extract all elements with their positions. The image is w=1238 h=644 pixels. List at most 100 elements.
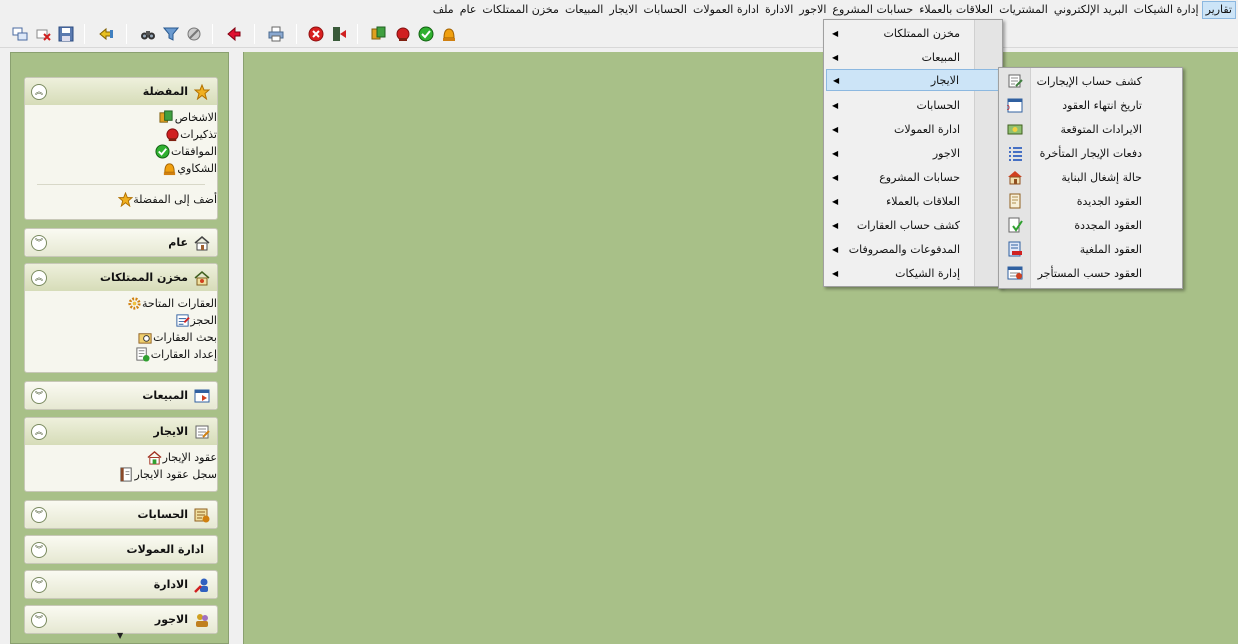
menu-rent[interactable]: الايجار <box>606 1 640 19</box>
submenu-arrow-icon: ◀ <box>832 100 839 110</box>
expand-icon[interactable]: ︾ <box>31 506 47 523</box>
toolbar-separator <box>126 24 127 44</box>
menu-cheques[interactable]: إدارة الشيكات <box>1131 1 1202 19</box>
collapse-icon[interactable]: ︽ <box>31 423 47 440</box>
group-title: عام <box>168 236 188 249</box>
expand-icon[interactable]: ︾ <box>31 541 47 558</box>
clear-filter-icon[interactable] <box>184 24 204 44</box>
rent-report-item-new-contracts[interactable]: العقود الجديدة <box>1001 190 1180 212</box>
rent-item-contracts-log[interactable]: سجل عقود الايجار <box>25 466 217 483</box>
reports-menu-item-crm[interactable]: العلاقات بالعملاء ◀ <box>826 190 1000 212</box>
expand-icon[interactable]: ︾ <box>31 387 47 404</box>
group-title: المفضلة <box>142 85 188 98</box>
complaints-icon[interactable] <box>439 24 459 44</box>
expand-icon[interactable]: ︾ <box>31 611 47 628</box>
favorite-item-approvals[interactable]: الموافقات <box>25 143 217 160</box>
wages-icon <box>194 612 210 628</box>
close-icon[interactable] <box>306 24 326 44</box>
rent-report-item-occupancy[interactable]: حالة إشغال البناية <box>1001 166 1180 188</box>
toolbar <box>0 20 1238 48</box>
reports-menu-item-property-store[interactable]: مخزن الممتلكات ◀ <box>826 22 1000 44</box>
sales-icon <box>194 388 210 404</box>
approvals-icon <box>155 144 171 160</box>
reports-menu-item-accounts[interactable]: الحسابات ◀ <box>826 94 1000 116</box>
menu-project-accounts[interactable]: حسابات المشروع <box>829 1 916 19</box>
menu-commissions[interactable]: ادارة العمولات <box>690 1 762 19</box>
reports-menu-item-commissions[interactable]: ادارة العمولات ◀ <box>826 118 1000 140</box>
reports-menu-item-cheques[interactable]: إدارة الشيكات ◀ <box>826 262 1000 284</box>
print-icon[interactable] <box>266 24 286 44</box>
rent-item-contracts[interactable]: عقود الإيجار <box>25 449 217 466</box>
persons-icon <box>159 110 175 126</box>
back-arrow-icon[interactable] <box>96 24 116 44</box>
rent-contract-icon <box>147 450 163 466</box>
scroll-down-icon[interactable]: ▼ <box>117 631 123 640</box>
menu-file[interactable]: ملف <box>430 1 457 19</box>
reports-menu-item-payments-expenses[interactable]: المدفوعات والمصروفات ◀ <box>826 238 1000 260</box>
collapse-icon[interactable]: ︽ <box>31 269 47 286</box>
group-title: الادارة <box>153 578 188 591</box>
favorite-item-persons[interactable]: الاشخاص <box>25 109 217 126</box>
property-item-booking[interactable]: الحجز <box>25 312 217 329</box>
reports-menu-item-rent[interactable]: الايجار ◀ <box>826 69 1000 91</box>
reports-menu-item-project-accounts[interactable]: حسابات المشروع ◀ <box>826 166 1000 188</box>
star-icon <box>194 83 210 100</box>
reminders-icon[interactable] <box>393 24 413 44</box>
rent-report-item-contract-expiry[interactable]: تاريخ انتهاء العقود10 <box>1001 94 1180 116</box>
delete-record-icon[interactable] <box>33 24 53 44</box>
expand-icon[interactable]: ︾ <box>31 234 47 251</box>
approvals-icon[interactable] <box>416 24 436 44</box>
group-accounts-header[interactable]: الحسابات ︾ <box>25 501 217 528</box>
submenu-arrow-icon: ◀ <box>832 148 839 158</box>
group-general-header[interactable]: عام ︾ <box>25 229 217 256</box>
menu-crm[interactable]: العلاقات بالعملاء <box>916 1 996 19</box>
favorite-item-complaints[interactable]: الشكاوي <box>25 160 217 177</box>
menu-email[interactable]: البريد الإلكتروني <box>1051 1 1131 19</box>
rent-report-item-late-payments[interactable]: دفعات الإيجار المتأخرة <box>1001 142 1180 164</box>
rent-report-item-cancelled-contracts[interactable]: العقود الملغية <box>1001 238 1180 260</box>
menu-reports[interactable]: تقارير <box>1201 1 1236 19</box>
property-item-available[interactable]: العقارات المتاحة <box>25 295 217 312</box>
group-favorites-header[interactable]: المفضلة ︽ <box>25 78 217 105</box>
rent-report-item-statement[interactable]: كشف حساب الإيجارات <box>1001 70 1180 92</box>
property-setup-icon <box>135 347 151 363</box>
group-sales-header[interactable]: المبيعات ︾ <box>25 382 217 409</box>
property-item-setup[interactable]: إعداد العقارات <box>25 346 217 363</box>
reports-menu-item-sales[interactable]: المبيعات ◀ <box>826 46 1000 68</box>
windows-icon[interactable] <box>10 24 30 44</box>
menu-accounts[interactable]: الحسابات <box>641 1 690 19</box>
group-property-store-header[interactable]: مخزن الممتلكات ︽ <box>25 264 217 291</box>
group-wages: الاجور ︾ <box>24 605 218 634</box>
filter-icon[interactable] <box>161 24 181 44</box>
favorite-item-reminders[interactable]: تذكيرات <box>25 126 217 143</box>
collapse-icon[interactable]: ︽ <box>31 83 47 100</box>
reports-menu-item-property-statement[interactable]: كشف حساب العقارات ◀ <box>826 214 1000 236</box>
reports-menu-item-wages[interactable]: الاجور ◀ <box>826 142 1000 164</box>
previous-icon[interactable] <box>224 24 244 44</box>
group-admin: الادارة ︾ <box>24 570 218 599</box>
rent-report-item-expected-revenue[interactable]: الايرادات المتوقعة <box>1001 118 1180 140</box>
menu-general[interactable]: عام <box>457 1 480 19</box>
group-wages-header[interactable]: الاجور ︾ <box>25 606 217 633</box>
menu-wages[interactable]: الاجور <box>796 1 829 19</box>
group-admin-header[interactable]: الادارة ︾ <box>25 571 217 598</box>
rent-report-item-renewed-contracts[interactable]: العقود المجددة <box>1001 214 1180 236</box>
persons-icon[interactable] <box>369 24 389 44</box>
property-item-search[interactable]: بحث العقارات <box>25 329 217 346</box>
group-rent-header[interactable]: الايجار ︽ <box>25 418 217 445</box>
binoculars-icon[interactable] <box>138 24 158 44</box>
statement-icon <box>1006 72 1024 90</box>
save-icon[interactable] <box>56 24 76 44</box>
menu-admin[interactable]: الادارة <box>762 1 796 19</box>
exit-icon[interactable] <box>329 24 349 44</box>
menu-sales[interactable]: المبيعات <box>562 1 606 19</box>
menu-purchases[interactable]: المشتريات <box>996 1 1051 19</box>
menu-property-store[interactable]: مخزن الممتلكات <box>479 1 562 19</box>
group-commissions-header[interactable]: ادارة العمولات ︾ <box>25 536 217 563</box>
submenu-arrow-icon: ◀ <box>832 52 839 62</box>
submenu-arrow-icon: ◀ <box>832 220 839 230</box>
toolbar-separator <box>84 24 85 44</box>
rent-report-item-contracts-by-tenant[interactable]: العقود حسب المستأجر <box>1001 262 1180 284</box>
add-to-favorites-link[interactable]: أضف إلى المفضلة <box>25 191 217 208</box>
expand-icon[interactable]: ︾ <box>31 576 47 593</box>
